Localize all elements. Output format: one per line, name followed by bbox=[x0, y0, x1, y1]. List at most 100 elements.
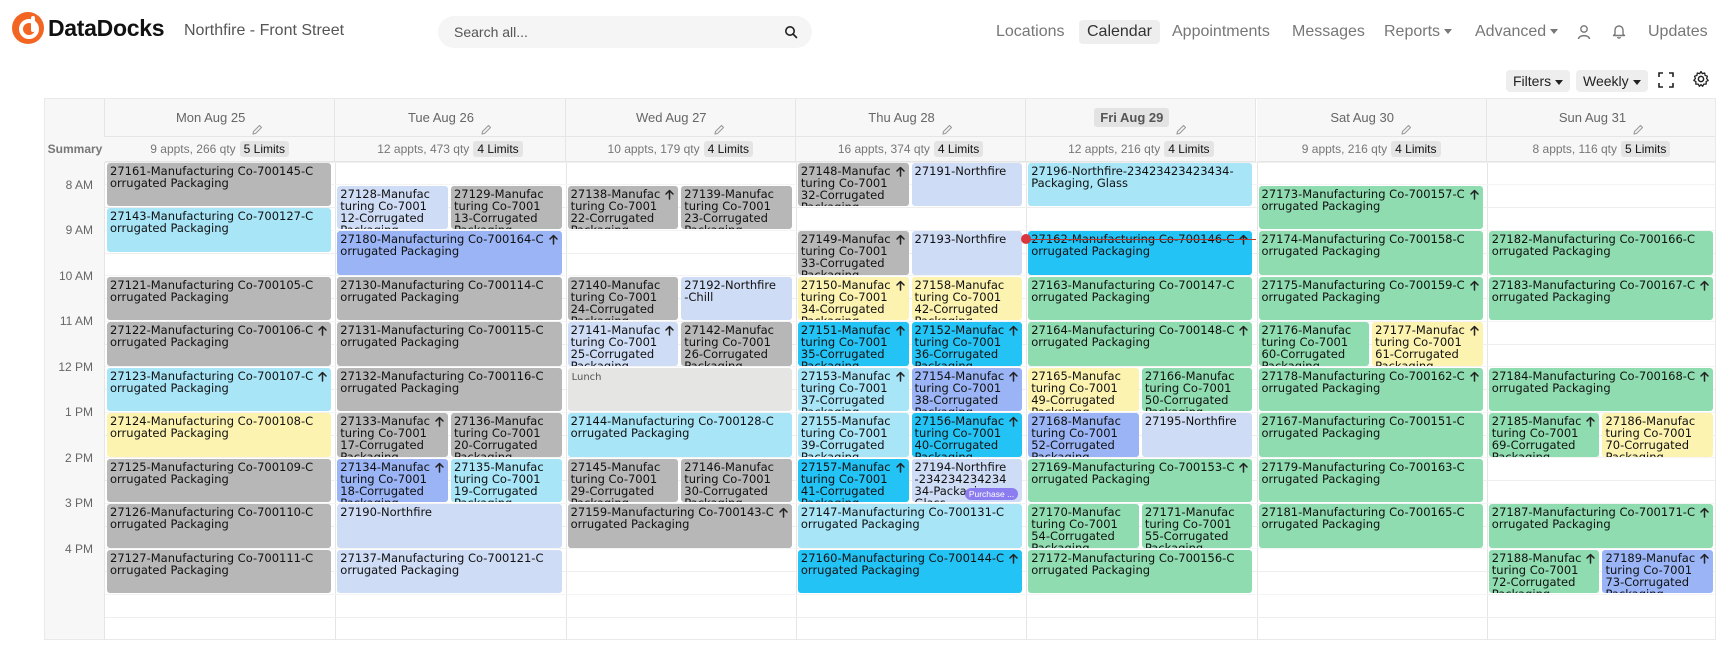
appointment-card[interactable]: 27138-Manufacturing Co-700122-Corrugated… bbox=[567, 185, 679, 229]
appointment-card[interactable]: 27158-Manufacturing Co-700142-Corrugated… bbox=[911, 276, 1023, 320]
datadocks-logo[interactable]: DataDocks bbox=[12, 12, 164, 44]
limits-badge[interactable]: 5 Limits bbox=[1621, 141, 1671, 157]
fullscreen-icon[interactable] bbox=[1657, 71, 1675, 89]
search-input[interactable] bbox=[446, 16, 766, 48]
appointment-card[interactable]: 27187-Manufacturing Co-700171-Corrugated… bbox=[1488, 504, 1714, 548]
appointment-card[interactable]: 27137-Manufacturing Co-700121-Corrugated… bbox=[337, 549, 562, 593]
view-dropdown[interactable]: Weekly bbox=[1576, 70, 1648, 92]
day-header[interactable]: Thu Aug 28 bbox=[795, 99, 1027, 137]
appointment-card[interactable]: 27169-Manufacturing Co-700153-Corrugated… bbox=[1028, 458, 1253, 502]
appointment-card[interactable]: 27195-Northfire bbox=[1141, 413, 1253, 457]
nav-appointments[interactable]: Appointments bbox=[1172, 20, 1270, 44]
appointment-card[interactable]: 27176-Manufacturing Co-700160-Corrugated… bbox=[1258, 322, 1370, 366]
appointment-card[interactable]: 27154-Manufacturing Co-700138-Corrugated… bbox=[911, 367, 1023, 411]
appointment-card[interactable]: 27131-Manufacturing Co-700115-Corrugated… bbox=[337, 322, 562, 366]
appointment-card[interactable]: 27132-Manufacturing Co-700116-Corrugated… bbox=[337, 367, 562, 411]
limits-badge[interactable]: 4 Limits bbox=[933, 141, 984, 157]
limits-badge[interactable]: 4 Limits bbox=[1164, 141, 1214, 157]
appointment-card[interactable]: 27141-Manufacturing Co-700125-Corrugated… bbox=[567, 322, 679, 366]
appointment-card[interactable]: 27133-Manufacturing Co-700117-Corrugated… bbox=[337, 413, 448, 457]
nav-reports[interactable]: Reports bbox=[1384, 20, 1453, 44]
appointment-card[interactable]: 27181-Manufacturing Co-700165-Corrugated… bbox=[1258, 504, 1483, 548]
appointment-card[interactable]: 27184-Manufacturing Co-700168-Corrugated… bbox=[1488, 367, 1714, 411]
pencil-icon[interactable] bbox=[1400, 113, 1412, 135]
appointment-card[interactable]: 27185-Manufacturing Co-700169-Corrugated… bbox=[1488, 413, 1600, 457]
appointment-card[interactable]: 27196-Northfire-23423423423434-Packaging… bbox=[1028, 162, 1253, 207]
appointment-card[interactable]: 27165-Manufacturing Co-700149-Corrugated… bbox=[1028, 367, 1139, 411]
pencil-icon[interactable] bbox=[713, 113, 725, 135]
day-header[interactable]: Wed Aug 27 bbox=[565, 99, 796, 137]
appointment-card[interactable]: 27164-Manufacturing Co-700148-Corrugated… bbox=[1028, 322, 1253, 366]
appointment-card[interactable]: 27166-Manufacturing Co-700150-Corrugated… bbox=[1141, 367, 1253, 411]
appointment-card[interactable]: 27126-Manufacturing Co-700110-Corrugated… bbox=[107, 504, 332, 548]
appointment-card[interactable]: 27128-Manufacturing Co-700112-Corrugated… bbox=[337, 185, 448, 229]
appointment-card[interactable]: 27182-Manufacturing Co-700166-Corrugated… bbox=[1488, 231, 1714, 275]
appointment-card[interactable]: 27124-Manufacturing Co-700108-Corrugated… bbox=[107, 413, 332, 457]
appointment-card[interactable]: 27163-Manufacturing Co-700147-Corrugated… bbox=[1028, 276, 1253, 320]
day-header[interactable]: Fri Aug 29 bbox=[1026, 99, 1257, 137]
appointment-card[interactable]: 27177-Manufacturing Co-700161-Corrugated… bbox=[1372, 322, 1483, 366]
pencil-icon[interactable] bbox=[1632, 113, 1644, 135]
limits-badge[interactable]: 4 Limits bbox=[1391, 141, 1441, 157]
appointment-card[interactable]: 27153-Manufacturing Co-700137-Corrugated… bbox=[797, 367, 909, 411]
appointment-card[interactable]: 27125-Manufacturing Co-700109-Corrugated… bbox=[107, 458, 332, 502]
appointment-card[interactable]: 27178-Manufacturing Co-700162-Corrugated… bbox=[1258, 367, 1483, 411]
appointment-card[interactable]: 27121-Manufacturing Co-700105-Corrugated… bbox=[107, 276, 332, 320]
filters-dropdown[interactable]: Filters bbox=[1506, 70, 1571, 92]
purchase-order-chip[interactable]: Purchase ... bbox=[964, 488, 1019, 500]
day-header[interactable]: Mon Aug 25 bbox=[105, 99, 336, 137]
appointment-card[interactable]: 27145-Manufacturing Co-700129-Corrugated… bbox=[567, 458, 679, 502]
appointment-card[interactable]: 27152-Manufacturing Co-700136-Corrugated… bbox=[911, 322, 1023, 366]
appointment-card[interactable]: 27179-Manufacturing Co-700163-Corrugated… bbox=[1258, 458, 1483, 502]
limits-badge[interactable]: 4 Limits bbox=[703, 141, 753, 157]
appointment-card[interactable]: 27123-Manufacturing Co-700107-Corrugated… bbox=[107, 367, 332, 411]
appointment-card[interactable]: 27173-Manufacturing Co-700157-Corrugated… bbox=[1258, 185, 1483, 229]
appointment-card[interactable]: 27186-Manufacturing Co-700170-Corrugated… bbox=[1602, 413, 1714, 457]
appointment-card[interactable]: 27161-Manufacturing Co-700145-Corrugated… bbox=[107, 162, 332, 207]
appointment-card[interactable]: 27122-Manufacturing Co-700106-Corrugated… bbox=[107, 322, 332, 366]
nav-locations[interactable]: Locations bbox=[996, 20, 1065, 44]
pencil-icon[interactable] bbox=[251, 113, 263, 135]
day-header[interactable]: Tue Aug 26 bbox=[335, 99, 566, 137]
appointment-card[interactable]: 27149-Manufacturing Co-700133-Corrugated… bbox=[797, 231, 909, 275]
appointment-card[interactable]: 27135-Manufacturing Co-700119-Corrugated… bbox=[450, 458, 562, 502]
appointment-card[interactable]: 27190-Northfire bbox=[337, 504, 562, 548]
appointment-card[interactable]: 27172-Manufacturing Co-700156-Corrugated… bbox=[1028, 549, 1253, 593]
appointment-card[interactable]: 27191-Northfire bbox=[911, 162, 1023, 207]
nav-messages[interactable]: Messages bbox=[1292, 20, 1365, 44]
nav-calendar[interactable]: Calendar bbox=[1079, 20, 1160, 44]
appointment-card[interactable]: 27151-Manufacturing Co-700135-Corrugated… bbox=[797, 322, 909, 366]
appointment-card[interactable]: 27139-Manufacturing Co-700123-Corrugated… bbox=[681, 185, 792, 229]
appointment-card[interactable]: 27142-Manufacturing Co-700126-Corrugated… bbox=[681, 322, 792, 366]
pencil-icon[interactable] bbox=[1175, 113, 1187, 135]
appointment-card[interactable]: 27183-Manufacturing Co-700167-Corrugated… bbox=[1488, 276, 1714, 320]
appointment-card[interactable]: 27174-Manufacturing Co-700158-Corrugated… bbox=[1258, 231, 1483, 275]
appointment-card[interactable]: 27144-Manufacturing Co-700128-Corrugated… bbox=[567, 413, 792, 457]
appointment-card[interactable]: 27175-Manufacturing Co-700159-Corrugated… bbox=[1258, 276, 1483, 320]
appointment-card[interactable]: 27194-Northfire-23423423423434-Packaging… bbox=[911, 458, 1023, 502]
day-header[interactable]: Sat Aug 30 bbox=[1256, 99, 1487, 137]
appointment-card[interactable]: 27129-Manufacturing Co-700113-Corrugated… bbox=[450, 185, 562, 229]
bell-icon[interactable] bbox=[1612, 23, 1626, 39]
lunch-block[interactable]: Lunch bbox=[567, 367, 792, 411]
limits-badge[interactable]: 4 Limits bbox=[473, 141, 523, 157]
day-header[interactable]: Sun Aug 31 bbox=[1486, 99, 1715, 137]
user-icon[interactable] bbox=[1577, 24, 1591, 40]
appointment-card[interactable]: 27140-Manufacturing Co-700124-Corrugated… bbox=[567, 276, 679, 320]
appointment-card[interactable]: 27146-Manufacturing Co-700130-Corrugated… bbox=[681, 458, 792, 502]
limits-badge[interactable]: 5 Limits bbox=[239, 141, 290, 157]
appointment-card[interactable]: 27192-Northfire-Chill bbox=[681, 276, 792, 320]
appointment-card[interactable]: 27168-Manufacturing Co-700152-Corrugated… bbox=[1028, 413, 1139, 457]
appointment-card[interactable]: 27130-Manufacturing Co-700114-Corrugated… bbox=[337, 276, 562, 320]
pencil-icon[interactable] bbox=[480, 113, 492, 135]
appointment-card[interactable]: 27159-Manufacturing Co-700143-Corrugated… bbox=[567, 504, 792, 548]
appointment-card[interactable]: 27147-Manufacturing Co-700131-Corrugated… bbox=[797, 504, 1023, 548]
search-icon[interactable] bbox=[784, 25, 798, 39]
appointment-card[interactable]: 27156-Manufacturing Co-700140-Corrugated… bbox=[911, 413, 1023, 457]
appointment-card[interactable]: 27143-Manufacturing Co-700127-Corrugated… bbox=[107, 208, 332, 252]
nav-updates[interactable]: Updates bbox=[1648, 20, 1708, 44]
appointment-card[interactable]: 27188-Manufacturing Co-700172-Corrugated… bbox=[1488, 549, 1600, 593]
appointment-card[interactable]: 27162-Manufacturing Co-700146-Corrugated… bbox=[1028, 231, 1253, 275]
appointment-card[interactable]: 27148-Manufacturing Co-700132-Corrugated… bbox=[797, 162, 909, 207]
appointment-card[interactable]: 27167-Manufacturing Co-700151-Corrugated… bbox=[1258, 413, 1483, 457]
